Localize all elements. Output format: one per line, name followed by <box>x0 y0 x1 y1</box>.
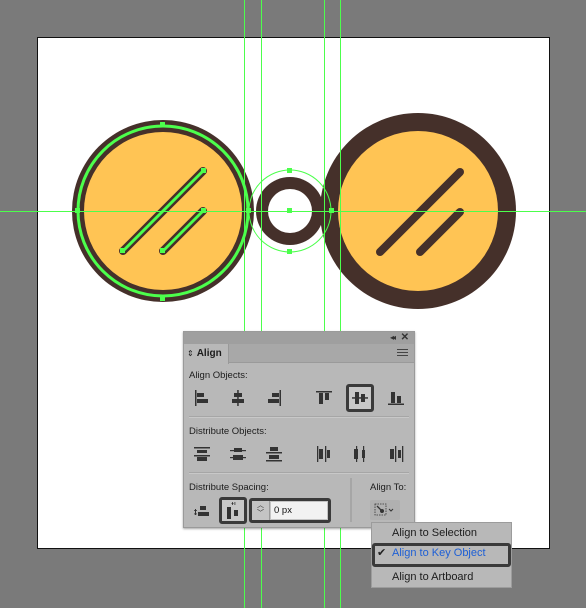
menu-item-align-to-selection[interactable]: Align to Selection <box>372 523 511 544</box>
menu-item-label: Align to Artboard <box>392 571 474 583</box>
guide-horizontal[interactable] <box>0 211 586 212</box>
align-top-icon <box>316 391 332 404</box>
horizontal-align-left-button[interactable] <box>190 386 214 410</box>
panel-tab-row: ⇕ Align <box>184 344 414 364</box>
section-divider <box>189 472 409 474</box>
horizontal-distribute-right-button[interactable] <box>384 442 408 466</box>
align-to-key-object-icon <box>374 503 394 516</box>
chevron-up-icon[interactable]: ︿ <box>257 502 264 509</box>
menu-item-label: Align to Selection <box>392 527 477 539</box>
align-objects-label: Align Objects: <box>189 370 248 381</box>
distribute-horizontal-center-icon <box>354 446 365 462</box>
horizontal-align-right-button[interactable] <box>262 386 286 410</box>
spacing-input[interactable] <box>271 502 327 519</box>
align-to-label: Align To: <box>370 482 407 493</box>
checkmark-icon: ✔ <box>377 547 387 559</box>
distribute-vertical-center-icon <box>230 448 246 460</box>
menu-item-label: Align to Key Object <box>392 547 486 559</box>
distribute-left-icon <box>317 446 330 462</box>
vertical-distribute-space-button[interactable] <box>190 499 214 523</box>
align-vertical-center-icon <box>352 392 368 404</box>
tab-align[interactable]: ⇕ Align <box>184 344 229 364</box>
chevron-down-icon[interactable]: ﹀ <box>257 510 264 517</box>
chevron-down-icon <box>388 508 394 512</box>
close-icon[interactable]: ✕ <box>401 332 409 343</box>
align-to-menu: Align to Selection ✔ Align to Key Object… <box>371 522 512 588</box>
vertical-align-top-button[interactable] <box>312 386 336 410</box>
section-divider-vertical <box>350 478 352 522</box>
vertical-distribute-center-button[interactable] <box>226 442 250 466</box>
align-bottom-icon <box>388 392 404 405</box>
horizontal-distribute-left-button[interactable] <box>312 442 336 466</box>
spacing-stepper[interactable]: ︿ ﹀ <box>252 501 270 520</box>
vertical-distribute-top-button[interactable] <box>190 442 214 466</box>
align-right-icon <box>268 390 281 406</box>
expand-collapse-icon: ⇕ <box>187 349 194 358</box>
horizontal-distribute-space-button[interactable] <box>219 497 247 524</box>
section-divider <box>189 416 409 418</box>
vertical-align-bottom-button[interactable] <box>384 386 408 410</box>
distribute-spacing-label: Distribute Spacing: <box>189 482 269 493</box>
tab-align-label: Align <box>196 348 222 359</box>
vertical-distribute-bottom-button[interactable] <box>262 442 286 466</box>
panel-menu-icon[interactable] <box>397 349 408 358</box>
align-panel: ◂◂ ✕ ⇕ Align Align Objects: Distribute Ob… <box>183 331 415 528</box>
menu-item-align-to-artboard[interactable]: Align to Artboard <box>372 567 511 588</box>
align-horizontal-center-icon <box>232 390 244 406</box>
align-left-icon <box>195 390 208 406</box>
menu-item-align-to-key-object[interactable]: ✔ Align to Key Object <box>372 543 511 567</box>
align-to-dropdown-button[interactable] <box>370 500 400 520</box>
distribute-top-icon <box>194 447 210 461</box>
collapse-icon[interactable]: ◂◂ <box>390 333 396 342</box>
horizontal-distribute-center-button[interactable] <box>348 442 372 466</box>
spacing-value-field: ︿ ﹀ <box>249 498 331 523</box>
distribute-objects-label: Distribute Objects: <box>189 426 267 437</box>
vertical-distribute-space-icon <box>194 506 209 516</box>
distribute-right-icon <box>390 446 404 462</box>
vertical-align-center-button[interactable] <box>346 384 374 412</box>
horizontal-distribute-space-icon <box>227 501 238 519</box>
panel-titlebar[interactable]: ◂◂ ✕ <box>184 332 414 344</box>
horizontal-align-center-button[interactable] <box>226 386 250 410</box>
distribute-bottom-icon <box>266 447 282 462</box>
